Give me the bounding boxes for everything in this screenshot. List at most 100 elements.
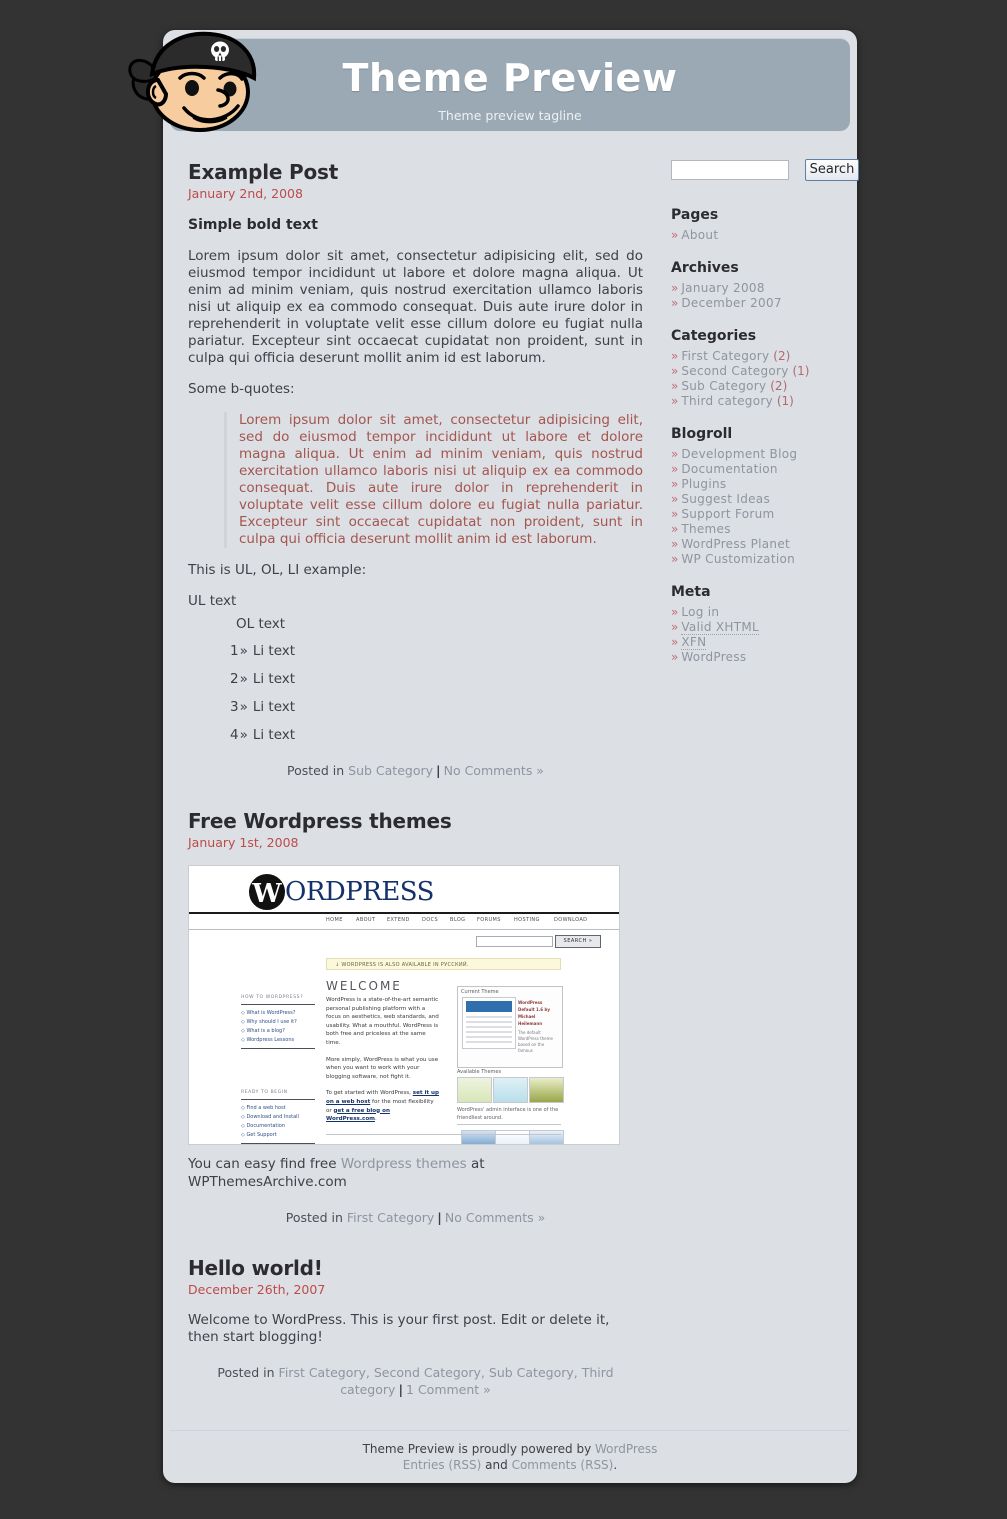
sidebar-item-wp-customization[interactable]: » WP Customization — [671, 552, 833, 567]
sidebar-link[interactable]: XFN — [681, 635, 707, 650]
sidebar-link[interactable]: Third category — [681, 394, 773, 408]
sidebar-link[interactable]: First Category — [681, 349, 769, 363]
sidebar-item-about[interactable]: » About — [671, 228, 833, 243]
wp-left-link[interactable]: ◇ What is a blog? — [241, 1027, 315, 1036]
footer-comments-rss-link[interactable]: Comments (RSS) — [512, 1458, 614, 1472]
wp-left-link[interactable]: ◇ Find a web host — [241, 1104, 315, 1113]
sidebar-item-log-in[interactable]: » Log in — [671, 605, 833, 620]
wp-theme-line — [466, 1016, 512, 1018]
wp-theme-line — [466, 1036, 512, 1038]
wp-nav-home[interactable]: HOME — [326, 916, 343, 925]
wp-nav-hosting[interactable]: HOSTING — [514, 916, 540, 925]
wp-nav-docs[interactable]: DOCS — [422, 916, 438, 925]
sidebar-item-third-category[interactable]: » Third category (1) — [671, 394, 833, 409]
wp-left-link[interactable]: ◇ What is WordPress? — [241, 1009, 315, 1018]
sidebar-count: (1) — [792, 364, 810, 378]
sidebar-item-wordpress[interactable]: » WordPress — [671, 650, 833, 665]
raquo-bullet-icon: » — [671, 492, 679, 506]
site-title: Theme Preview — [342, 56, 678, 100]
sidebar-item-december-2007[interactable]: » December 2007 — [671, 296, 833, 311]
post-title[interactable]: Free Wordpress themes — [188, 809, 643, 833]
list-item-raquo-icon: » — [239, 727, 248, 743]
post-category-link[interactable]: First Category — [347, 1210, 434, 1225]
sidebar-link[interactable]: WP Customization — [681, 552, 795, 566]
sidebar-link[interactable]: About — [681, 228, 718, 242]
wp-left-link[interactable]: ◇ Why should I use it? — [241, 1018, 315, 1027]
wp-theme-thumb[interactable] — [529, 1077, 564, 1103]
wp-nav-download[interactable]: DOWNLOAD — [554, 916, 587, 925]
wp-search-input[interactable] — [476, 936, 553, 947]
meta-separator: | — [398, 1382, 404, 1397]
wp-left-link[interactable]: ◇ Get Support — [241, 1131, 315, 1140]
sidebar-item-first-category[interactable]: » First Category (2) — [671, 349, 833, 364]
sidebar-link[interactable]: Valid XHTML — [681, 620, 759, 635]
sidebar-link[interactable]: Themes — [681, 522, 730, 536]
post-comments-link[interactable]: No Comments » — [445, 1210, 545, 1225]
search-input[interactable] — [671, 160, 789, 180]
sidebar-item-support-forum[interactable]: » Support Forum — [671, 507, 833, 522]
wp-left-link[interactable]: ◇ Documentation — [241, 1122, 315, 1131]
sidebar-link[interactable]: Support Forum — [681, 507, 774, 521]
wp-available-themes-label: Available Themes — [457, 1069, 502, 1075]
sidebar-link[interactable]: Plugins — [681, 477, 726, 491]
wp-nav-blog[interactable]: BLOG — [450, 916, 465, 925]
post-comments-link[interactable]: 1 Comment » — [406, 1382, 491, 1397]
wp-theme-line — [466, 1026, 512, 1028]
wp-bottom-thumb[interactable] — [495, 1130, 530, 1144]
sidebar-item-xfn[interactable]: » XFN — [671, 635, 833, 650]
sidebar-item-suggest-ideas[interactable]: » Suggest Ideas — [671, 492, 833, 507]
wp-bottom-thumb[interactable] — [529, 1130, 564, 1144]
post-comments-link[interactable]: No Comments » — [444, 763, 544, 778]
post-title[interactable]: Example Post — [188, 160, 643, 184]
sidebar-link[interactable]: Documentation — [681, 462, 777, 476]
sidebar-link[interactable]: Sub Category — [681, 379, 766, 393]
wp-theme-thumb[interactable] — [457, 1077, 492, 1103]
wp-body-3-before: To get started with WordPress, — [326, 1090, 413, 1097]
sidebar-item-wordpress-planet[interactable]: » WordPress Planet — [671, 537, 833, 552]
post-meta: Posted in First Category | No Comments » — [188, 1209, 643, 1226]
raquo-bullet-icon: » — [671, 379, 679, 393]
post-category-link[interactable]: Sub Category — [348, 763, 433, 778]
wp-nav-about[interactable]: ABOUT — [356, 916, 375, 925]
wp-body-3-end: . — [375, 1116, 377, 1123]
list-item-number: 1 — [230, 643, 239, 659]
footer-wordpress-link[interactable]: WordPress — [595, 1442, 657, 1456]
wp-divider — [189, 912, 619, 914]
caption-link[interactable]: Wordpress themes — [341, 1156, 467, 1172]
wp-body-3-link2[interactable]: get a free blog on WordPress.com — [326, 1108, 390, 1123]
wp-left-link-label: Why should I use it? — [246, 1019, 297, 1025]
wp-theme-header-bar — [466, 1001, 512, 1012]
wp-bottom-thumb[interactable] — [461, 1130, 496, 1144]
wp-nav-extend[interactable]: EXTEND — [387, 916, 410, 925]
wp-theme-thumb[interactable] — [493, 1077, 528, 1103]
raquo-bullet-icon: » — [671, 552, 679, 566]
sidebar-link[interactable]: Log in — [681, 605, 719, 619]
search-button[interactable]: Search — [805, 159, 859, 181]
sidebar-link[interactable]: WordPress Planet — [681, 537, 790, 551]
sidebar-link[interactable]: December 2007 — [681, 296, 781, 310]
sidebar-link[interactable]: Second Category — [681, 364, 788, 378]
sidebar-item-second-category[interactable]: » Second Category (1) — [671, 364, 833, 379]
sidebar-item-valid-xhtml[interactable]: » Valid XHTML — [671, 620, 833, 635]
wordpress-logo-icon: W — [249, 874, 285, 910]
sidebar-link[interactable]: Development Blog — [681, 447, 797, 461]
footer-entries-rss-link[interactable]: Entries (RSS) — [403, 1458, 482, 1472]
sidebar-link[interactable]: January 2008 — [681, 281, 764, 295]
sidebar-item-themes[interactable]: » Themes — [671, 522, 833, 537]
wp-body-paragraph-2: More simply, WordPress is what you use w… — [326, 1056, 439, 1080]
post-title[interactable]: Hello world! — [188, 1256, 643, 1280]
wp-left-link[interactable]: ◇ Download and Install — [241, 1113, 315, 1122]
wp-left-link[interactable]: ◇ Wordpress Lessons — [241, 1036, 315, 1045]
wp-nav-forums[interactable]: FORUMS — [477, 916, 501, 925]
meta-separator: | — [437, 1210, 442, 1225]
sidebar-item-january-2008[interactable]: » January 2008 — [671, 281, 833, 296]
sidebar-item-plugins[interactable]: » Plugins — [671, 477, 833, 492]
sidebar-item-documentation[interactable]: » Documentation — [671, 462, 833, 477]
list-item-number: 4 — [230, 727, 239, 743]
sidebar-item-sub-category[interactable]: » Sub Category (2) — [671, 379, 833, 394]
wp-search-button[interactable]: SEARCH » — [555, 935, 601, 948]
sidebar-link[interactable]: Suggest Ideas — [681, 492, 770, 506]
sidebar-item-development-blog[interactable]: » Development Blog — [671, 447, 833, 462]
footer-powered-text: Theme Preview is proudly powered by — [362, 1442, 595, 1456]
sidebar-link[interactable]: WordPress — [681, 650, 746, 664]
